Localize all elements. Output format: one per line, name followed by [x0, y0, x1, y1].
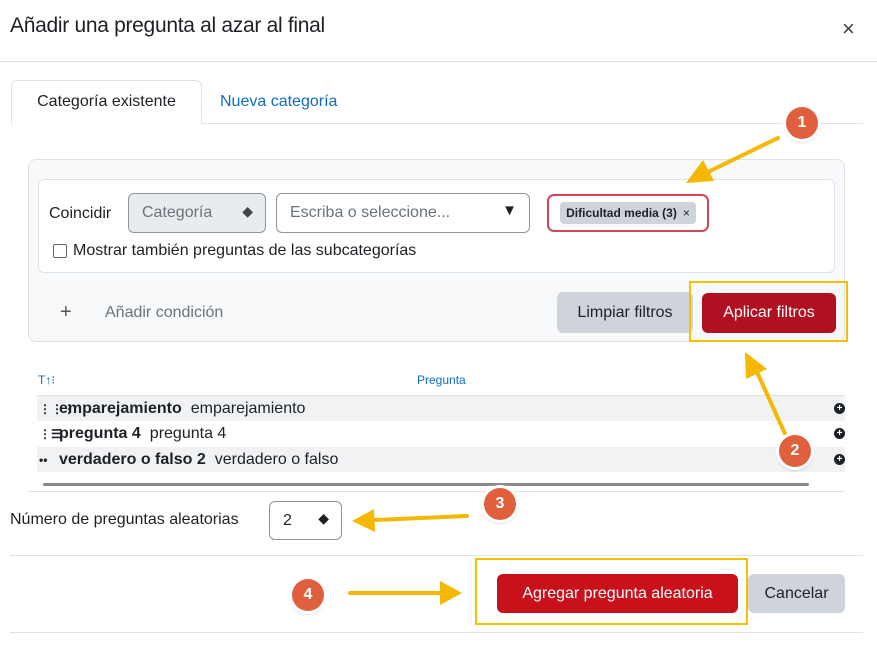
arrow-4-head	[440, 581, 462, 605]
arrow-1	[706, 136, 780, 174]
arrow-3-head	[352, 509, 375, 532]
step-marker-2: 2	[779, 435, 811, 467]
step-marker-4: 4	[292, 579, 324, 611]
step-marker-1: 1	[786, 107, 818, 139]
arrow-2-head	[745, 352, 767, 379]
annotation-arrows	[348, 136, 788, 605]
step-marker-3: 3	[484, 488, 516, 520]
arrow-2	[755, 370, 788, 438]
arrow-3	[372, 514, 469, 522]
